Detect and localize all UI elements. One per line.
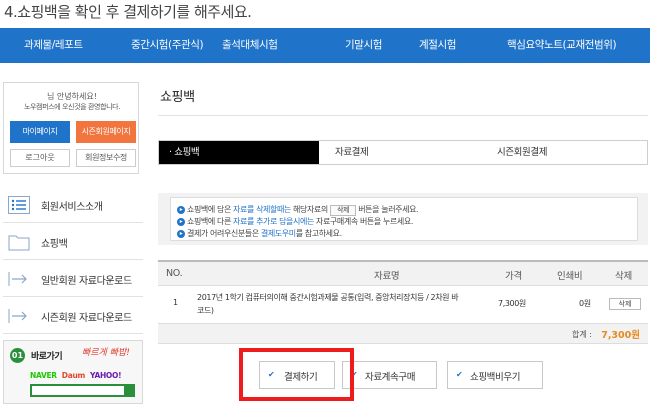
- sidebar-item-label: 시즌회원 자료다운로드: [41, 313, 132, 324]
- column-header-delete: 삭제: [615, 271, 632, 282]
- tab-payment[interactable]: 자료결제: [335, 141, 369, 164]
- delete-chip: 삭제: [329, 205, 357, 216]
- column-header-price: 가격: [505, 271, 522, 282]
- yahoo-link[interactable]: YAHOO!: [90, 371, 121, 380]
- naver-link[interactable]: NAVER: [30, 371, 57, 380]
- continue-shopping-button[interactable]: ✔ 자료계속구매: [342, 361, 437, 389]
- check-icon: ✔: [351, 370, 358, 379]
- notice-inner: ▸ 쇼핑백에 담은 자료를 삭제할때는 해당자료의 삭제 버튼을 눌러주세요. ▸…: [170, 197, 638, 241]
- row-print-fee: 0원: [579, 299, 591, 308]
- sidebar-item-shopping-bag[interactable]: 쇼핑백: [3, 224, 143, 260]
- shortcut-search-input[interactable]: [30, 384, 135, 397]
- row-item-name: 2017년 1학기 컴퓨터의이해 중간시험과제물 공통(입력, 중앙처리장치등 …: [197, 293, 459, 302]
- login-welcome: 노우캠퍼스에 오신것을 환영합니다.: [23, 103, 121, 111]
- sidebar-item-service-intro[interactable]: 회원서비스소개: [3, 187, 143, 223]
- shortcut-title: 바로가기: [31, 352, 63, 362]
- sidebar-item-label: 회원서비스소개: [41, 202, 103, 213]
- empty-bag-button[interactable]: ✔ 쇼핑백비우기: [447, 361, 543, 389]
- info-icon: ▸: [177, 229, 185, 238]
- folder-icon: [8, 235, 30, 251]
- info-icon: ▸: [177, 205, 185, 214]
- login-greeting: 님 안녕하세요!: [47, 92, 97, 101]
- arrow-right-icon: [8, 309, 27, 323]
- total-label: 합계 :: [572, 330, 592, 339]
- total-bar: 합계 : 7,300원: [158, 324, 648, 344]
- login-box: 님 안녕하세요! 노우캠퍼스에 오신것을 환영합니다. 마이페이지 시즌회원페이…: [3, 82, 139, 174]
- tab-bar: · 쇼핑백 자료결제 시즌회원결제: [158, 140, 648, 165]
- sidebar-item-label: 쇼핑백: [41, 239, 68, 250]
- check-icon: ✔: [268, 370, 275, 379]
- season-page-button[interactable]: 시즌회원페이지: [76, 121, 136, 143]
- nav-item-summary-note[interactable]: 핵심요약노트(교재전범위): [507, 28, 617, 63]
- table-header: NO. 자료명 가격 인쇄비 삭제: [158, 260, 648, 286]
- sidebar-item-label: 일반회원 자료다운로드: [41, 276, 132, 287]
- page-title: 쇼핑백: [160, 90, 195, 105]
- delete-item-button[interactable]: 삭제: [609, 298, 641, 310]
- logout-button[interactable]: 로그아웃: [10, 149, 70, 167]
- tab-shopping-bag[interactable]: · 쇼핑백: [159, 141, 319, 164]
- info-icon: ▸: [177, 217, 185, 226]
- nav-item-season-exam[interactable]: 계절시험: [419, 28, 456, 63]
- row-item-name-cont: 코드): [197, 306, 214, 315]
- total-value: 7,300원: [601, 330, 640, 341]
- column-header-no: NO.: [166, 268, 183, 279]
- row-number: 1: [173, 298, 178, 307]
- row-price: 7,300원: [498, 299, 526, 308]
- shortcut-box: 01 바로가기 빠르게 빠밥! NAVER Daum YAHOO!: [3, 340, 143, 404]
- sidebar-item-season-download[interactable]: 시즌회원 자료다운로드: [3, 298, 143, 334]
- list-icon: [8, 196, 30, 214]
- arrow-right-icon: [8, 272, 27, 286]
- search-engine-logos: NAVER Daum YAHOO!: [30, 371, 122, 380]
- nav-item-midterm[interactable]: 중간시험(주관식): [131, 28, 204, 63]
- column-header-print-fee: 인쇄비: [557, 271, 583, 282]
- nav-item-attendance-exam[interactable]: 출석대체시험: [222, 28, 278, 63]
- daum-link[interactable]: Daum: [62, 371, 86, 380]
- check-icon: ✔: [456, 370, 463, 379]
- step-title: 4.쇼핑백을 확인 후 결제하기를 해주세요.: [4, 3, 252, 21]
- modify-profile-button[interactable]: 회원정보수정: [76, 149, 136, 167]
- mypage-button[interactable]: 마이페이지: [10, 121, 70, 143]
- top-navigation: 과제물/레포트 중간시험(주관식) 출석대체시험 기말시험 계절시험 핵심요약노…: [0, 28, 650, 63]
- notice-line-help: ▸ 결제가 어려우신분들은 결제도우미를 참고하세요.: [177, 228, 342, 239]
- shortcut-slogan: 빠르게 빠밥!: [82, 348, 130, 358]
- sidebar-item-general-download[interactable]: 일반회원 자료다운로드: [3, 261, 143, 297]
- notice-box: ▸ 쇼핑백에 담은 자료를 삭제할때는 해당자료의 삭제 버튼을 눌러주세요. ▸…: [158, 193, 648, 245]
- notice-line-delete: ▸ 쇼핑백에 담은 자료를 삭제할때는 해당자료의 삭제 버튼을 눌러주세요.: [177, 204, 419, 216]
- title-divider: [158, 115, 648, 116]
- search-icon[interactable]: [124, 384, 135, 397]
- pay-button[interactable]: ✔ 결제하기: [259, 361, 335, 389]
- shortcut-number: 01: [10, 348, 25, 363]
- table-row: 1 2017년 1학기 컴퓨터의이해 중간시험과제물 공통(입력, 중앙처리장치…: [158, 286, 648, 324]
- notice-line-add: ▸ 쇼핑백에 다른 자료를 추가로 담을시에는 자료구매계속 버튼을 누르세요.: [177, 216, 413, 227]
- column-header-name: 자료명: [374, 271, 400, 282]
- payment-helper-link[interactable]: 결제도우미: [261, 229, 296, 238]
- nav-item-assignment[interactable]: 과제물/레포트: [24, 28, 83, 63]
- tab-season-payment[interactable]: 시즌회원결제: [497, 141, 547, 164]
- nav-item-final-exam[interactable]: 기말시험: [345, 28, 382, 63]
